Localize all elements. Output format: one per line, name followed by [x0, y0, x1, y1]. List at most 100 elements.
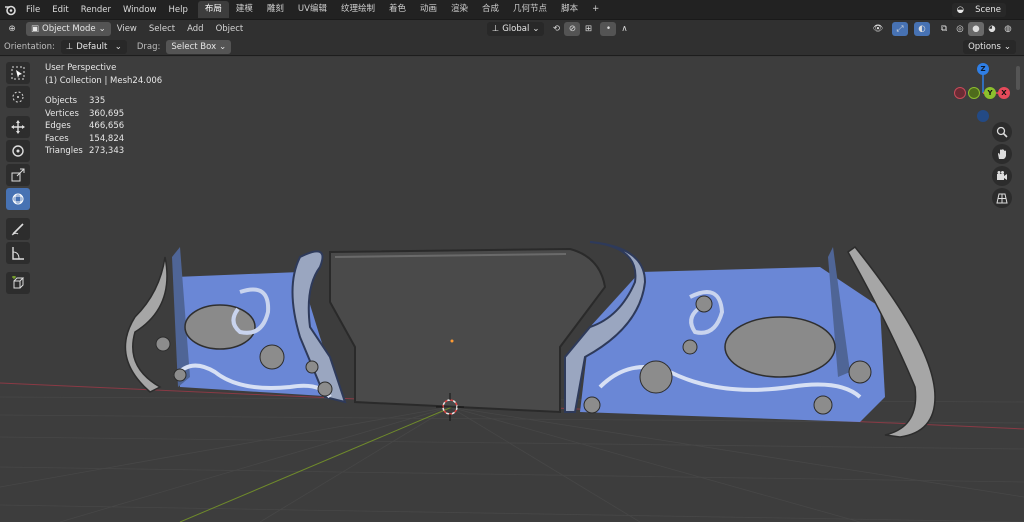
snap-target-icon[interactable]: ⊞: [580, 22, 596, 36]
axes-icon: ⊥: [491, 24, 500, 34]
stat-row: Faces 154,824: [45, 133, 162, 146]
stat-row: Vertices 360,695: [45, 108, 162, 121]
menu-help[interactable]: Help: [162, 5, 193, 15]
pivot-point-icon[interactable]: ⟲: [548, 22, 564, 36]
tab-layout[interactable]: 布局: [197, 1, 229, 18]
gizmo-x-axis[interactable]: X: [998, 87, 1010, 99]
blender-logo-icon[interactable]: [0, 4, 20, 16]
tab-animation[interactable]: 动画: [413, 1, 444, 18]
menu-select[interactable]: Select: [143, 24, 181, 34]
tab-compositing[interactable]: 合成: [475, 1, 506, 18]
y-axis-line: [179, 406, 453, 522]
perspective-grid-icon[interactable]: [992, 188, 1012, 208]
select-box-tool-icon[interactable]: [6, 62, 30, 84]
orientation-value: Global: [502, 24, 530, 34]
floor-grid: [0, 396, 1024, 522]
chevron-down-icon: ⌄: [98, 24, 106, 34]
top-bar: File Edit Render Window Help 布局 建模 雕刻 UV…: [0, 0, 1024, 19]
gizmo-neg-z[interactable]: [977, 110, 989, 122]
stat-row: Triangles 273,343: [45, 145, 162, 158]
toolbar: [6, 62, 33, 296]
stat-value: 360,695: [89, 108, 125, 119]
stat-label: Vertices: [45, 108, 79, 119]
stat-row: Edges 466,656: [45, 120, 162, 133]
viewport-header: ⊕ ▣ Object Mode ⌄ View Select Add Object…: [0, 19, 1024, 38]
scene-icon: ◒: [956, 4, 965, 15]
options-button[interactable]: Options ⌄: [963, 39, 1016, 54]
annotate-tool-icon[interactable]: [6, 218, 30, 240]
orientation-dropdown-value: Default: [76, 41, 108, 52]
chevron-down-icon: ⌄: [1003, 41, 1011, 52]
menu-edit[interactable]: Edit: [46, 5, 74, 15]
tab-modeling[interactable]: 建模: [229, 1, 260, 18]
tab-geometry-nodes[interactable]: 几何节点: [506, 1, 554, 18]
object-origin: [450, 339, 454, 343]
view-name: User Perspective: [45, 63, 117, 73]
orientation-dropdown[interactable]: ⊥ Default ⌄: [60, 39, 127, 54]
chevron-down-icon: ⌄: [219, 41, 227, 52]
solid-shading-icon[interactable]: ●: [968, 22, 985, 36]
gizmo-y-axis[interactable]: Y: [984, 87, 996, 99]
scene-selector[interactable]: ◒ Scene: [951, 2, 1006, 17]
xray-icon[interactable]: ⧉: [936, 22, 952, 36]
tab-rendering[interactable]: 渲染: [444, 1, 475, 18]
stat-value: 154,824: [89, 133, 125, 144]
tool-settings-bar: Orientation: ⊥ Default ⌄ Drag: Select Bo…: [0, 38, 1024, 56]
move-tool-icon[interactable]: [6, 116, 30, 138]
falloff-icon[interactable]: ∧: [616, 22, 632, 36]
snap-icon[interactable]: ⊘: [564, 22, 581, 36]
tab-sculpting[interactable]: 雕刻: [260, 1, 291, 18]
drag-dropdown[interactable]: Select Box ⌄: [166, 39, 232, 54]
cursor-tool-icon[interactable]: [6, 86, 30, 108]
menu-add[interactable]: Add: [181, 24, 209, 34]
stat-label: Objects: [45, 96, 78, 106]
pan-hand-icon[interactable]: [992, 144, 1012, 164]
tab-texture-paint[interactable]: 纹理绘制: [334, 1, 382, 18]
measure-tool-icon[interactable]: [6, 242, 30, 264]
rendered-shading-icon[interactable]: ◍: [1000, 22, 1016, 36]
tab-scripting[interactable]: 脚本: [554, 1, 585, 18]
tab-shading[interactable]: 着色: [382, 1, 413, 18]
material-shading-icon[interactable]: ◕: [984, 22, 1000, 36]
chevron-down-icon: ⌄: [114, 41, 122, 52]
options-label: Options: [968, 41, 1001, 52]
visibility-icon[interactable]: 👁: [870, 22, 886, 36]
scene-name: Scene: [975, 4, 1001, 15]
object-mode-icon: ▣: [31, 24, 40, 34]
rotate-tool-icon[interactable]: [6, 140, 30, 162]
transform-tool-icon[interactable]: [6, 188, 30, 210]
gizmo-icon[interactable]: ⤢: [892, 22, 909, 36]
gizmo-z-axis[interactable]: Z: [977, 63, 989, 75]
stat-label: Edges: [45, 121, 71, 131]
menu-view[interactable]: View: [111, 24, 143, 34]
proportional-edit-icon[interactable]: •: [600, 22, 617, 36]
stat-label: Faces: [45, 133, 69, 144]
overlay-icon[interactable]: ◐: [914, 22, 931, 36]
stat-row: Objects 335: [45, 95, 162, 108]
mode-label: Object Mode: [42, 24, 96, 34]
orientation-label: Orientation:: [4, 41, 55, 52]
gizmo-neg-y[interactable]: [968, 87, 980, 99]
drag-dropdown-value: Select Box: [171, 41, 217, 52]
menu-window[interactable]: Window: [117, 5, 163, 15]
editor-type-icon[interactable]: ⊕: [4, 22, 20, 36]
left-outer-horn: [124, 256, 168, 393]
wireframe-shading-icon[interactable]: ◎: [952, 22, 968, 36]
tab-uv-editing[interactable]: UV编辑: [291, 1, 334, 18]
camera-icon[interactable]: [992, 166, 1012, 186]
menu-file[interactable]: File: [20, 5, 46, 15]
menu-render[interactable]: Render: [75, 5, 117, 15]
active-object-info: (1) Collection | Mesh24.006: [45, 75, 163, 86]
menu-object[interactable]: Object: [210, 24, 250, 34]
transform-orientation-selector[interactable]: ⊥ Global ⌄: [486, 22, 545, 36]
viewport-scrollbar[interactable]: [1016, 66, 1020, 90]
scale-tool-icon[interactable]: [6, 164, 30, 186]
left-orb-large: [259, 344, 285, 370]
add-workspace-button[interactable]: +: [585, 1, 606, 18]
gizmo-neg-x[interactable]: [954, 87, 966, 99]
zoom-icon[interactable]: [992, 122, 1012, 142]
mode-selector[interactable]: ▣ Object Mode ⌄: [26, 22, 111, 36]
navigation-gizmo[interactable]: Z Y X: [950, 60, 1010, 122]
add-cube-tool-icon[interactable]: [6, 272, 30, 294]
stat-value: 335: [89, 96, 106, 106]
